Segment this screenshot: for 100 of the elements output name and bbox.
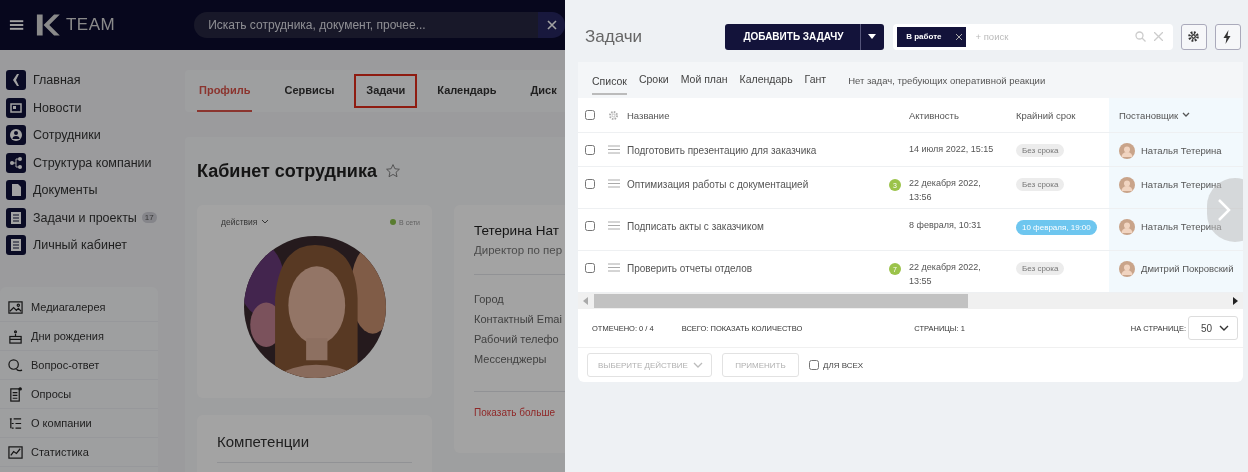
activity-date: 22 декабря 2022, 13:55 (909, 261, 982, 288)
nav-item[interactable]: Личный кабинет (6, 235, 160, 255)
employee-name: Тетерина Нат (474, 223, 560, 238)
drag-handle-icon[interactable] (608, 145, 620, 154)
task-title[interactable]: Проверить отчеты отделов (627, 263, 753, 274)
chevron-down-icon (1219, 325, 1229, 331)
nav-item[interactable]: Задачи и проекты 17 (6, 207, 160, 228)
notice-text: Нет задач, требующих оперативной реакции (848, 74, 1046, 86)
lightning-button[interactable] (1214, 23, 1241, 50)
assignee-name: Дмитрий Покровский (1141, 263, 1234, 274)
field-label: Контактный Emai (474, 313, 563, 327)
deadline-tag: 10 февраля, 19:00 (1016, 220, 1097, 235)
profile-tab[interactable]: Диск (528, 76, 559, 106)
nav-item[interactable]: Дни рождения (0, 322, 158, 351)
assignee-name: Наталья Тетерина (1141, 145, 1222, 156)
view-tab[interactable]: Сроки (638, 62, 669, 98)
image-icon (8, 299, 23, 315)
per-page-select[interactable]: 50 (1188, 316, 1238, 340)
logo-icon (35, 12, 60, 38)
column-header[interactable]: Постановщик (1109, 98, 1243, 132)
select-all-checkbox[interactable] (585, 110, 595, 120)
nav-item[interactable]: Новости (6, 97, 160, 118)
field-label: Мессенджеры (474, 353, 548, 367)
page-title: Кабинет сотрудника (197, 160, 377, 182)
drag-handle-icon[interactable] (608, 263, 620, 272)
actions-dropdown[interactable]: действия (221, 217, 270, 227)
nodes-icon (6, 152, 26, 173)
drag-handle-icon[interactable] (608, 221, 620, 230)
list-icon (6, 235, 26, 255)
close-icon[interactable] (955, 33, 962, 40)
filter-search-field[interactable]: В работе + поиск (893, 23, 1173, 50)
view-tab[interactable]: Календарь (739, 62, 793, 98)
chevron-right-icon (1217, 198, 1231, 222)
add-task-button[interactable]: ДОБАВИТЬ ЗАДАЧУ (725, 23, 861, 50)
avatar-icon (1119, 261, 1135, 277)
count-badge: 17 (141, 212, 157, 223)
sort-chevron-icon (1182, 112, 1191, 118)
profile-tab[interactable]: Сервисы (282, 76, 337, 106)
document-icon (6, 180, 26, 200)
newspaper-icon (6, 97, 26, 118)
assignee-name: Наталья Тетерина (1141, 179, 1222, 190)
chevron-down-icon (261, 219, 270, 225)
drag-handle-icon[interactable] (608, 179, 620, 188)
column-header[interactable]: Крайний срок (1016, 98, 1109, 132)
nav-item[interactable]: О компании (0, 409, 158, 438)
close-button[interactable] (538, 12, 565, 38)
field-label: Рабочий телефо (474, 333, 560, 347)
view-tab[interactable]: Список (592, 69, 627, 95)
row-checkbox[interactable] (585, 145, 595, 155)
deadline-tag: Без срока (1016, 178, 1065, 191)
deadline-tag: Без срока (1016, 144, 1065, 157)
clipboard-icon (8, 386, 23, 402)
view-tab[interactable]: Мой план (680, 62, 728, 98)
avatar-icon (1119, 143, 1135, 159)
dropdown-button[interactable] (860, 23, 885, 50)
scroll-right-icon[interactable] (1233, 297, 1238, 305)
row-checkbox[interactable] (585, 263, 595, 273)
settings-button[interactable] (1180, 23, 1207, 50)
caret-icon (868, 34, 877, 39)
assignee-name: Наталья Тетерина (1141, 221, 1222, 232)
avatar-icon (1119, 177, 1135, 193)
profile-tab[interactable]: Задачи (356, 76, 416, 106)
card-title: Компетенции (217, 433, 311, 450)
task-title[interactable]: Оптимизация работы с документацией (627, 179, 809, 190)
profile-tab[interactable]: Календарь (435, 76, 499, 106)
activity-date: 8 февраля, 10:31 (909, 219, 982, 232)
chevron-down-icon (693, 362, 703, 368)
activity-date: 22 декабря 2022, 13:56 (909, 177, 982, 204)
nav-item[interactable]: Сотрудники (6, 125, 160, 145)
field-label: Город (474, 293, 505, 307)
row-checkbox[interactable] (585, 179, 595, 189)
chart-icon (8, 444, 23, 460)
nav-item[interactable]: Структура компании (6, 152, 160, 173)
activity-date: 14 июля 2022, 15:15 (909, 143, 994, 156)
logo-text: TEAM (65, 15, 116, 35)
nav-item[interactable]: Статистика (0, 438, 158, 467)
nav-item[interactable]: Вопрос-ответ (0, 351, 158, 380)
person-icon (6, 125, 26, 145)
cake-icon (8, 328, 23, 344)
nav-item[interactable]: Главная (6, 70, 160, 90)
list-icon (6, 207, 26, 228)
nav-item[interactable]: Медиагалерея (0, 293, 158, 322)
list-icon (8, 415, 23, 431)
task-title[interactable]: Подписать акты с заказчиком (627, 221, 764, 232)
horizontal-scrollbar[interactable] (578, 293, 1243, 309)
panel-title: Задачи (585, 26, 644, 47)
task-title[interactable]: Подготовить презентацию для заказчика (627, 145, 817, 156)
filter-chip[interactable]: В работе (897, 26, 966, 47)
star-icon[interactable] (384, 163, 401, 179)
search-field[interactable]: Искать сотрудника, документ, прочее... (194, 12, 539, 38)
close-icon (546, 20, 557, 30)
deadline-tag: Без срока (1016, 262, 1065, 275)
column-header[interactable]: Активность (889, 98, 1016, 132)
row-checkbox[interactable] (585, 221, 595, 231)
view-tab[interactable]: Гант (804, 62, 827, 98)
column-header[interactable]: Название (627, 98, 889, 132)
show-more-link[interactable]: Показать больше (474, 407, 555, 418)
employee-position: Директор по пер (474, 244, 564, 256)
nav-item[interactable]: Документы (6, 180, 160, 200)
nav-item[interactable]: Опросы (0, 380, 158, 409)
